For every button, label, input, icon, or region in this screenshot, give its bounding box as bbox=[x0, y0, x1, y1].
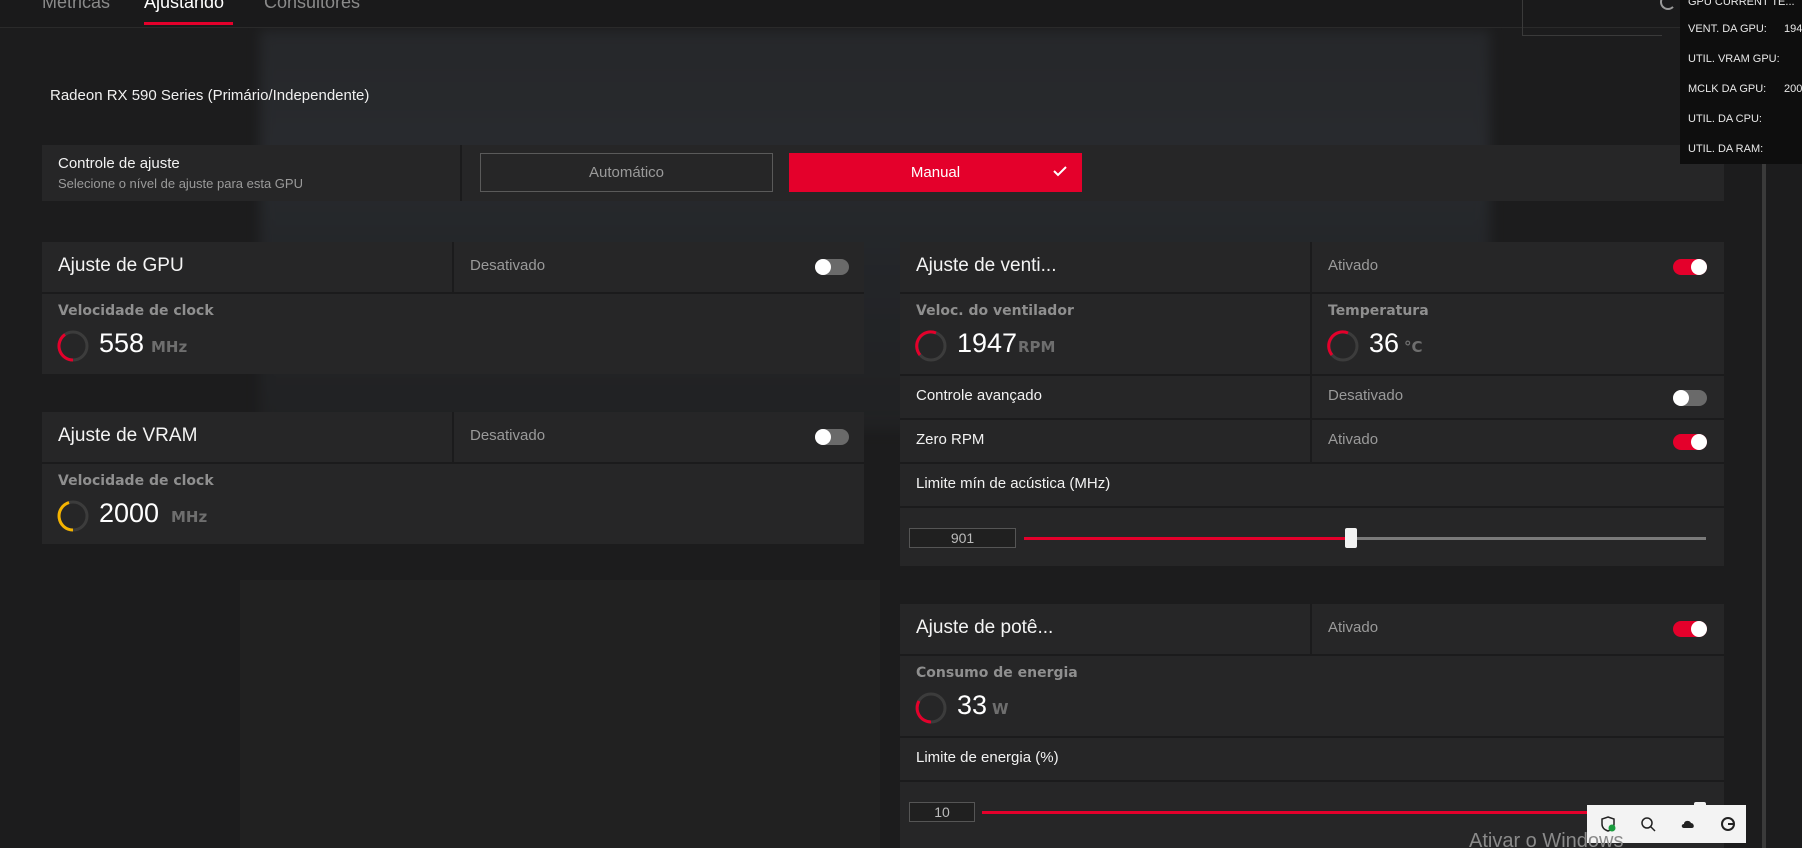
divider bbox=[900, 462, 1724, 464]
divider bbox=[1310, 604, 1312, 654]
divider bbox=[42, 462, 864, 464]
divider bbox=[452, 242, 454, 292]
power-consumption-unit: W bbox=[992, 700, 1009, 718]
acoustic-limit-slider-fill bbox=[1024, 537, 1352, 540]
automatic-button[interactable]: Automático bbox=[480, 153, 773, 192]
overlay-value: 200 bbox=[1784, 83, 1802, 95]
tuning-control-title: Controle de ajuste bbox=[58, 155, 180, 172]
fan-tuning-panel: Ajuste de venti... Ativado Veloc. do ven… bbox=[900, 242, 1724, 566]
divider bbox=[900, 506, 1724, 508]
divider bbox=[900, 780, 1724, 782]
power-tuning-toggle[interactable] bbox=[1673, 621, 1707, 637]
divider bbox=[900, 736, 1724, 738]
fan-tuning-state: Ativado bbox=[1328, 257, 1379, 274]
temperature-unit: °C bbox=[1404, 338, 1423, 356]
gpu-tuning-toggle[interactable] bbox=[815, 259, 849, 275]
divider bbox=[1310, 242, 1312, 374]
advanced-control-label: Controle avançado bbox=[916, 387, 1042, 404]
divider bbox=[900, 374, 1724, 376]
overlay-label: VENT. DA GPU: bbox=[1688, 23, 1767, 35]
tuning-control-subtitle: Selecione o nível de ajuste para esta GP… bbox=[58, 176, 303, 191]
fan-speed-gauge-icon bbox=[915, 330, 947, 362]
gpu-clock-gauge-icon bbox=[57, 330, 89, 362]
gpu-tuning-title: Ajuste de GPU bbox=[58, 255, 184, 276]
acoustic-limit-label: Limite mín de acústica (MHz) bbox=[916, 475, 1111, 492]
zero-rpm-label: Zero RPM bbox=[916, 431, 985, 448]
acoustic-limit-input[interactable]: 901 bbox=[909, 528, 1016, 548]
divider bbox=[460, 145, 462, 201]
gpu-tuning-panel: Ajuste de GPU Desativado Velocidade de c… bbox=[42, 242, 864, 374]
temperature-gauge-icon bbox=[1327, 330, 1359, 362]
power-tuning-title: Ajuste de potê... bbox=[916, 617, 1054, 638]
overlay-value: 194 bbox=[1784, 23, 1802, 35]
overlay-label: GPU CURRENT TE... bbox=[1688, 0, 1795, 8]
vram-clock-label: Velocidade de clock bbox=[58, 473, 214, 489]
fan-tuning-title: Ajuste de venti... bbox=[916, 255, 1057, 276]
active-tab-indicator bbox=[144, 22, 233, 25]
divider bbox=[42, 292, 864, 294]
vram-clock-gauge-icon bbox=[57, 500, 89, 532]
power-limit-label: Limite de energia (%) bbox=[916, 749, 1059, 766]
activation-watermark: Ativar o Windows bbox=[1469, 830, 1624, 848]
manual-button-label: Manual bbox=[910, 164, 961, 181]
metrics-overlay: GPU CURRENT TE... VENT. DA GPU: 194 UTIL… bbox=[1680, 0, 1802, 164]
vram-tuning-state: Desativado bbox=[470, 427, 546, 444]
network-icon[interactable] bbox=[1640, 816, 1656, 832]
overlay-label: MCLK DA GPU: bbox=[1688, 83, 1767, 95]
divider bbox=[452, 412, 454, 462]
checkmark-icon bbox=[1053, 166, 1067, 177]
gpu-clock-value: 558 bbox=[99, 328, 145, 358]
vram-clock-value: 2000 bbox=[99, 498, 160, 528]
fan-speed-value: 1947 bbox=[957, 328, 1018, 358]
fan-speed-unit: RPM bbox=[1018, 338, 1056, 356]
background-image-lower bbox=[240, 580, 880, 848]
tab-consultores[interactable]: Consultores bbox=[264, 0, 360, 13]
gpu-clock-unit: MHz bbox=[151, 338, 188, 356]
power-tuning-state: Ativado bbox=[1328, 619, 1379, 636]
app-icon[interactable] bbox=[1720, 816, 1736, 832]
cloud-icon[interactable] bbox=[1680, 816, 1696, 832]
tab-metricas[interactable]: Métricas bbox=[42, 0, 110, 13]
fan-tuning-toggle[interactable] bbox=[1673, 259, 1707, 275]
acoustic-limit-slider-thumb[interactable] bbox=[1345, 528, 1358, 548]
automatic-button-label: Automático bbox=[588, 164, 665, 181]
power-limit-input[interactable]: 10 bbox=[909, 802, 975, 822]
divider bbox=[900, 292, 1724, 294]
power-consumption-label: Consumo de energia bbox=[916, 665, 1078, 681]
temperature-label: Temperatura bbox=[1328, 303, 1429, 319]
vram-clock-unit: MHz bbox=[171, 508, 208, 526]
overlay-label: UTIL. DA RAM: bbox=[1688, 143, 1764, 155]
gpu-clock-label: Velocidade de clock bbox=[58, 303, 214, 319]
power-consumption-value: 33 bbox=[957, 690, 988, 720]
zero-rpm-state: Ativado bbox=[1328, 431, 1379, 448]
advanced-control-state: Desativado bbox=[1328, 387, 1404, 404]
overlay-label: UTIL. DA CPU: bbox=[1688, 113, 1762, 125]
overlay-label: UTIL. VRAM GPU: bbox=[1688, 53, 1780, 65]
vram-tuning-toggle[interactable] bbox=[815, 429, 849, 445]
fan-speed-label: Veloc. do ventilador bbox=[916, 303, 1074, 319]
advanced-control-toggle[interactable] bbox=[1673, 390, 1707, 406]
top-right-dropdown[interactable] bbox=[1522, 0, 1662, 36]
vram-tuning-panel: Ajuste de VRAM Desativado Velocidade de … bbox=[42, 412, 864, 544]
divider bbox=[900, 654, 1724, 656]
gpu-name: Radeon RX 590 Series (Primário/Independe… bbox=[50, 87, 370, 104]
divider bbox=[900, 418, 1724, 420]
zero-rpm-toggle[interactable] bbox=[1673, 434, 1707, 450]
temperature-value: 36 bbox=[1369, 328, 1400, 358]
gpu-tuning-state: Desativado bbox=[470, 257, 546, 274]
tab-ajustando[interactable]: Ajustando bbox=[144, 0, 224, 13]
power-gauge-icon bbox=[915, 692, 947, 724]
manual-button[interactable]: Manual bbox=[789, 153, 1082, 192]
vram-tuning-title: Ajuste de VRAM bbox=[58, 425, 198, 446]
